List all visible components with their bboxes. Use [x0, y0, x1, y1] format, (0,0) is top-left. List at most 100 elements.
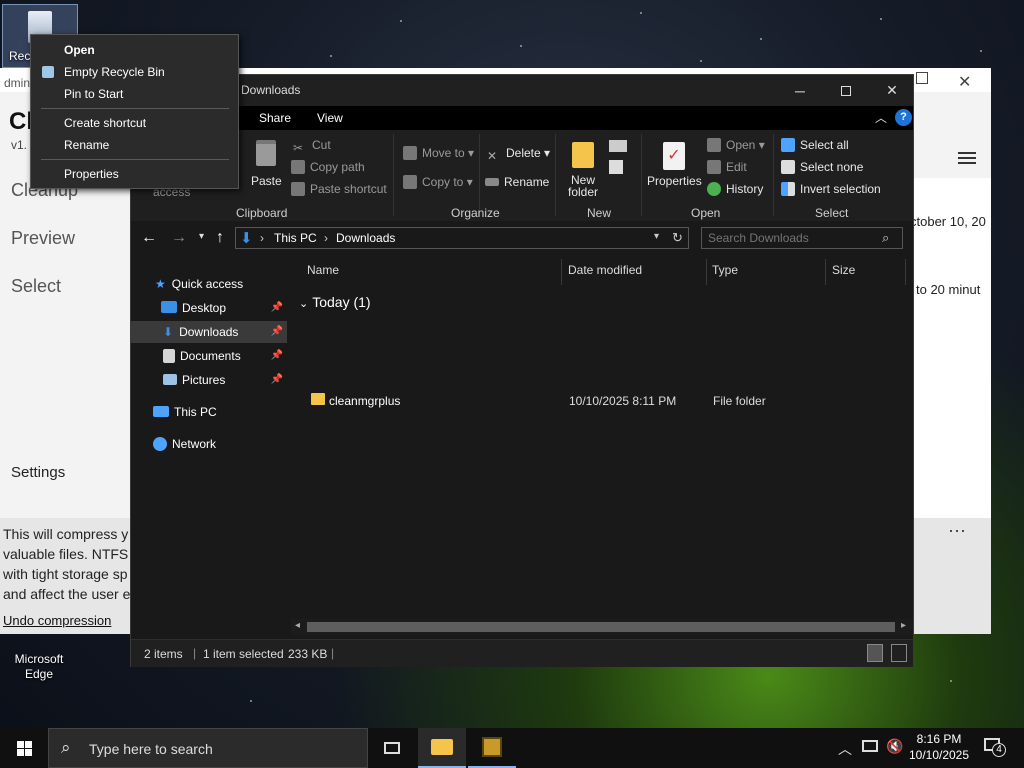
scroll-left-icon[interactable]: ◂	[295, 620, 300, 631]
nav-preview[interactable]: Preview	[11, 228, 75, 249]
edge-desktop-shortcut[interactable]: Microsoft Edge	[4, 634, 74, 682]
nav-downloads[interactable]: ⬇ Downloads 📌	[131, 321, 287, 343]
address-row: ← → ▾ ↑ ⬇ › This PC › Downloads ▾ ↻ ⌕	[131, 221, 913, 257]
close-icon[interactable]: ✕	[958, 72, 971, 92]
new-item-icon[interactable]	[609, 140, 627, 152]
column-size[interactable]: Size	[832, 263, 855, 277]
tab-view[interactable]: View	[317, 111, 343, 125]
properties-icon: ✓	[663, 142, 685, 170]
nav-documents[interactable]: Documents 📌	[163, 345, 287, 367]
forward-arrow-icon[interactable]: →	[171, 229, 187, 247]
status-items: 2 items	[144, 647, 183, 661]
recent-chevron-icon[interactable]: ▾	[199, 231, 204, 242]
task-view-button[interactable]	[368, 728, 416, 768]
divider: |	[331, 646, 335, 660]
status-bar: 2 items | 1 item selected 233 KB |	[131, 639, 913, 667]
history-button[interactable]: History	[707, 182, 763, 196]
copy-to-label: Copy to	[422, 175, 464, 189]
nav-desktop[interactable]: Desktop 📌	[161, 297, 287, 319]
refresh-icon[interactable]: ↻	[672, 230, 683, 246]
nav-select[interactable]: Select	[11, 276, 61, 297]
select-all-button[interactable]: Select all	[781, 138, 849, 152]
menu-item-properties[interactable]: Properties	[31, 163, 238, 185]
paste-button[interactable]: Paste	[251, 136, 282, 196]
menu-item-empty-recycle-bin[interactable]: Empty Recycle Bin	[31, 61, 238, 83]
tab-share[interactable]: Share	[259, 111, 291, 125]
delete-button[interactable]: ✕ Delete ▾	[487, 146, 550, 163]
properties-button[interactable]: ✓ Properties	[647, 138, 702, 188]
maximize-icon[interactable]	[916, 72, 928, 84]
menu-item-pin-to-start[interactable]: Pin to Start	[31, 83, 238, 105]
address-bar[interactable]: ⬇ › This PC › Downloads ▾ ↻	[235, 227, 689, 249]
large-icons-view-icon[interactable]	[891, 644, 907, 662]
address-this-pc[interactable]: This PC	[274, 231, 317, 245]
new-folder-button[interactable]: New folder	[565, 138, 601, 198]
open-button[interactable]: Open ▾	[707, 138, 765, 152]
menu-item-open[interactable]: Open	[31, 39, 238, 61]
column-type[interactable]: Type	[712, 263, 738, 277]
start-button[interactable]	[0, 728, 48, 768]
menu-item-create-shortcut[interactable]: Create shortcut	[31, 112, 238, 134]
details-view-icon[interactable]	[867, 644, 883, 662]
taskbar-search[interactable]: ⌕ Type here to search	[48, 728, 368, 768]
copy-to-button[interactable]: Copy to ▾	[403, 175, 473, 189]
network-icon[interactable]	[862, 740, 878, 752]
downloads-label: Downloads	[179, 325, 239, 339]
edit-button[interactable]: Edit	[707, 160, 747, 174]
nav-network[interactable]: Network	[153, 433, 287, 455]
easy-access-icon[interactable]	[609, 160, 623, 174]
taskbar-cleanup-app[interactable]	[468, 728, 516, 768]
rename-button[interactable]: Rename	[485, 175, 549, 189]
copy-path-button[interactable]: Copy path	[291, 160, 365, 174]
nav-pictures[interactable]: Pictures 📌	[163, 369, 287, 391]
clock[interactable]: 8:16 PM 10/10/2025	[906, 731, 972, 763]
group-new: New	[587, 206, 612, 220]
column-name[interactable]: Name	[307, 263, 339, 277]
horizontal-scrollbar[interactable]: ◂ ▸	[291, 619, 913, 635]
search-box[interactable]: ⌕	[701, 227, 903, 249]
downloads-icon: ⬇	[163, 325, 174, 339]
paste-shortcut-button[interactable]: Paste shortcut	[291, 182, 387, 196]
divider	[479, 134, 480, 216]
undo-compression-link[interactable]: Undo compression	[3, 613, 111, 628]
close-button[interactable]: ✕	[869, 75, 915, 106]
star-icon: ★	[155, 277, 166, 291]
scrollbar-thumb[interactable]	[307, 622, 895, 632]
help-icon[interactable]: ?	[895, 109, 912, 126]
documents-label: Documents	[180, 349, 241, 363]
table-row[interactable]: cleanmgrplus 10/10/2025 8:11 PM File fol…	[295, 390, 905, 412]
taskbar: ⌕ Type here to search ︿ 🔇 8:16 PM 10/10/…	[0, 728, 1024, 768]
menu-item-rename[interactable]: Rename	[31, 134, 238, 156]
minimize-button[interactable]: ─	[777, 75, 823, 106]
move-to-button[interactable]: Move to ▾	[403, 146, 474, 160]
cut-button[interactable]: ✂ Cut	[293, 138, 331, 155]
this-pc-label: This PC	[174, 405, 217, 419]
date-text: ctober 10, 20	[910, 214, 986, 229]
select-all-label: Select all	[800, 138, 849, 152]
taskbar-file-explorer[interactable]	[418, 728, 466, 768]
select-none-button[interactable]: Select none	[781, 160, 863, 174]
up-arrow-icon[interactable]: ↑	[216, 229, 224, 247]
back-arrow-icon[interactable]: ←	[141, 229, 157, 247]
invert-selection-button[interactable]: Invert selection	[781, 182, 881, 196]
hamburger-icon[interactable]	[958, 152, 976, 164]
volume-muted-icon[interactable]: 🔇	[886, 738, 903, 755]
more-button[interactable]: ···	[948, 520, 966, 541]
search-icon[interactable]: ⌕	[882, 230, 889, 246]
address-dropdown-icon[interactable]: ▾	[654, 231, 659, 242]
scroll-right-icon[interactable]: ▸	[901, 620, 906, 631]
chevron-up-icon[interactable]: ︿	[875, 109, 887, 126]
search-input[interactable]	[708, 230, 874, 246]
chevron-up-icon[interactable]: ︿	[838, 739, 852, 759]
group-header-today[interactable]: ⌄ Today (1)	[299, 294, 371, 310]
explorer-title: Downloads	[241, 83, 301, 97]
column-date-modified[interactable]: Date modified	[568, 263, 642, 277]
nav-quick-access[interactable]: ★ Quick access	[155, 273, 285, 295]
maximize-button[interactable]	[823, 75, 869, 106]
nav-settings[interactable]: Settings	[11, 464, 65, 481]
notification-center-button[interactable]: 4	[984, 738, 1006, 757]
address-downloads[interactable]: Downloads	[336, 231, 395, 245]
divider	[706, 259, 707, 285]
invert-selection-icon	[781, 182, 795, 196]
nav-this-pc[interactable]: This PC	[153, 401, 287, 423]
